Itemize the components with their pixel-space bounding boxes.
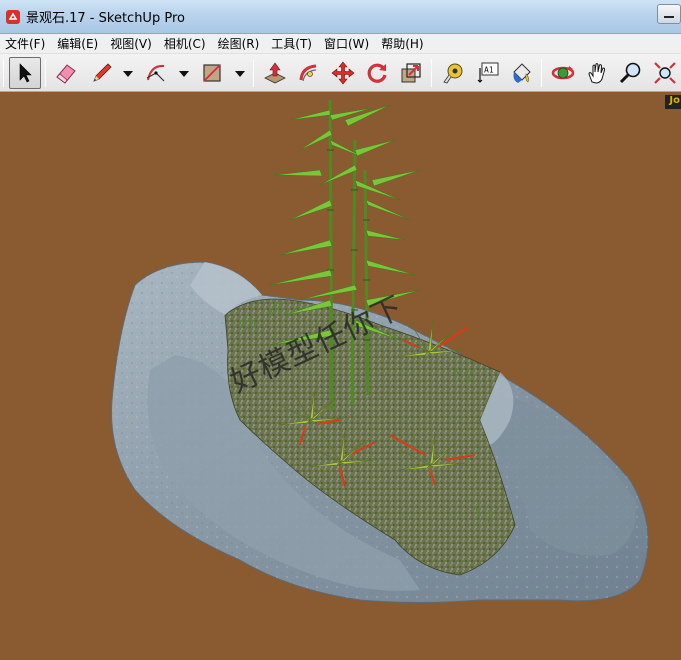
window-title: 景观石.17 - SketchUp Pro xyxy=(26,11,185,26)
eraser-icon xyxy=(56,64,76,84)
rotate-icon xyxy=(367,63,387,83)
menu-file[interactable]: 文件(F) xyxy=(0,35,52,52)
orbit-tool-button[interactable] xyxy=(547,57,579,89)
rectangle-icon xyxy=(203,64,221,82)
arc-icon xyxy=(146,64,165,82)
follow-me-icon xyxy=(299,64,317,82)
toolbar-separator xyxy=(45,59,46,87)
toolbar-separator xyxy=(253,59,254,87)
zoom-extents-tool-button[interactable] xyxy=(649,57,681,89)
tape-measure-icon xyxy=(443,63,463,84)
corner-badge: Jo xyxy=(665,95,681,109)
follow-me-tool-button[interactable] xyxy=(293,57,325,89)
chevron-down-icon xyxy=(179,71,189,77)
rectangle-tool-button[interactable] xyxy=(196,57,228,89)
arc-dropdown-button[interactable] xyxy=(178,69,190,79)
menu-camera[interactable]: 相机(C) xyxy=(159,35,213,52)
chevron-down-icon xyxy=(123,71,133,77)
move-icon xyxy=(331,61,355,85)
menu-edit[interactable]: 编辑(E) xyxy=(52,35,105,52)
text-tool-glyph: A1 xyxy=(484,66,494,75)
rectangle-dropdown-button[interactable] xyxy=(234,69,246,79)
sketchup-logo-icon xyxy=(6,9,20,24)
landscape-stone-model xyxy=(111,99,649,603)
scale-tool-button[interactable] xyxy=(395,57,427,89)
push-pull-tool-button[interactable] xyxy=(259,57,291,89)
zoom-tool-button[interactable] xyxy=(615,57,647,89)
push-pull-icon xyxy=(264,62,286,84)
eraser-tool-button[interactable] xyxy=(50,57,82,89)
arrow-cursor-icon xyxy=(19,63,32,83)
chevron-down-icon xyxy=(235,71,245,77)
menu-bar: 文件(F) 编辑(E) 视图(V) 相机(C) 绘图(R) 工具(T) 窗口(W… xyxy=(0,34,681,54)
move-tool-button[interactable] xyxy=(327,57,359,89)
title-bar: 景观石.17 - SketchUp Pro xyxy=(0,0,681,34)
menu-tools[interactable]: 工具(T) xyxy=(266,35,319,52)
menu-view[interactable]: 视图(V) xyxy=(105,35,159,52)
menu-help[interactable]: 帮助(H) xyxy=(376,35,430,52)
toolbar: A1 xyxy=(0,54,681,92)
menu-draw[interactable]: 绘图(R) xyxy=(213,35,267,52)
pencil-icon xyxy=(93,63,112,82)
minimize-icon xyxy=(664,16,674,18)
sketchup-window: 景观石.17 - SketchUp Pro 文件(F) 编辑(E) 视图(V) … xyxy=(0,0,681,660)
scale-icon xyxy=(401,63,421,83)
minimize-button[interactable] xyxy=(657,4,681,24)
magnifier-icon xyxy=(619,62,641,84)
zoom-extents-icon xyxy=(654,62,676,84)
select-tool-button[interactable] xyxy=(9,57,41,89)
hand-icon xyxy=(588,63,606,84)
toolbar-separator xyxy=(541,59,542,87)
menu-window[interactable]: 窗口(W) xyxy=(319,35,376,52)
orbit-icon xyxy=(551,66,575,80)
text-icon: A1 xyxy=(477,62,499,83)
pencil-tool-button[interactable] xyxy=(86,57,118,89)
paint-bucket-icon xyxy=(513,63,531,83)
pencil-dropdown-button[interactable] xyxy=(122,69,134,79)
tape-measure-tool-button[interactable] xyxy=(437,57,469,89)
arc-tool-button[interactable] xyxy=(140,57,172,89)
text-tool-button[interactable]: A1 xyxy=(471,57,503,89)
pan-tool-button[interactable] xyxy=(581,57,613,89)
toolbar-separator xyxy=(431,59,432,87)
model-viewport[interactable]: 好模型任你下 Jo xyxy=(0,93,681,660)
rotate-tool-button[interactable] xyxy=(361,57,393,89)
toolbar-grip xyxy=(3,59,4,87)
paint-bucket-tool-button[interactable] xyxy=(505,57,537,89)
